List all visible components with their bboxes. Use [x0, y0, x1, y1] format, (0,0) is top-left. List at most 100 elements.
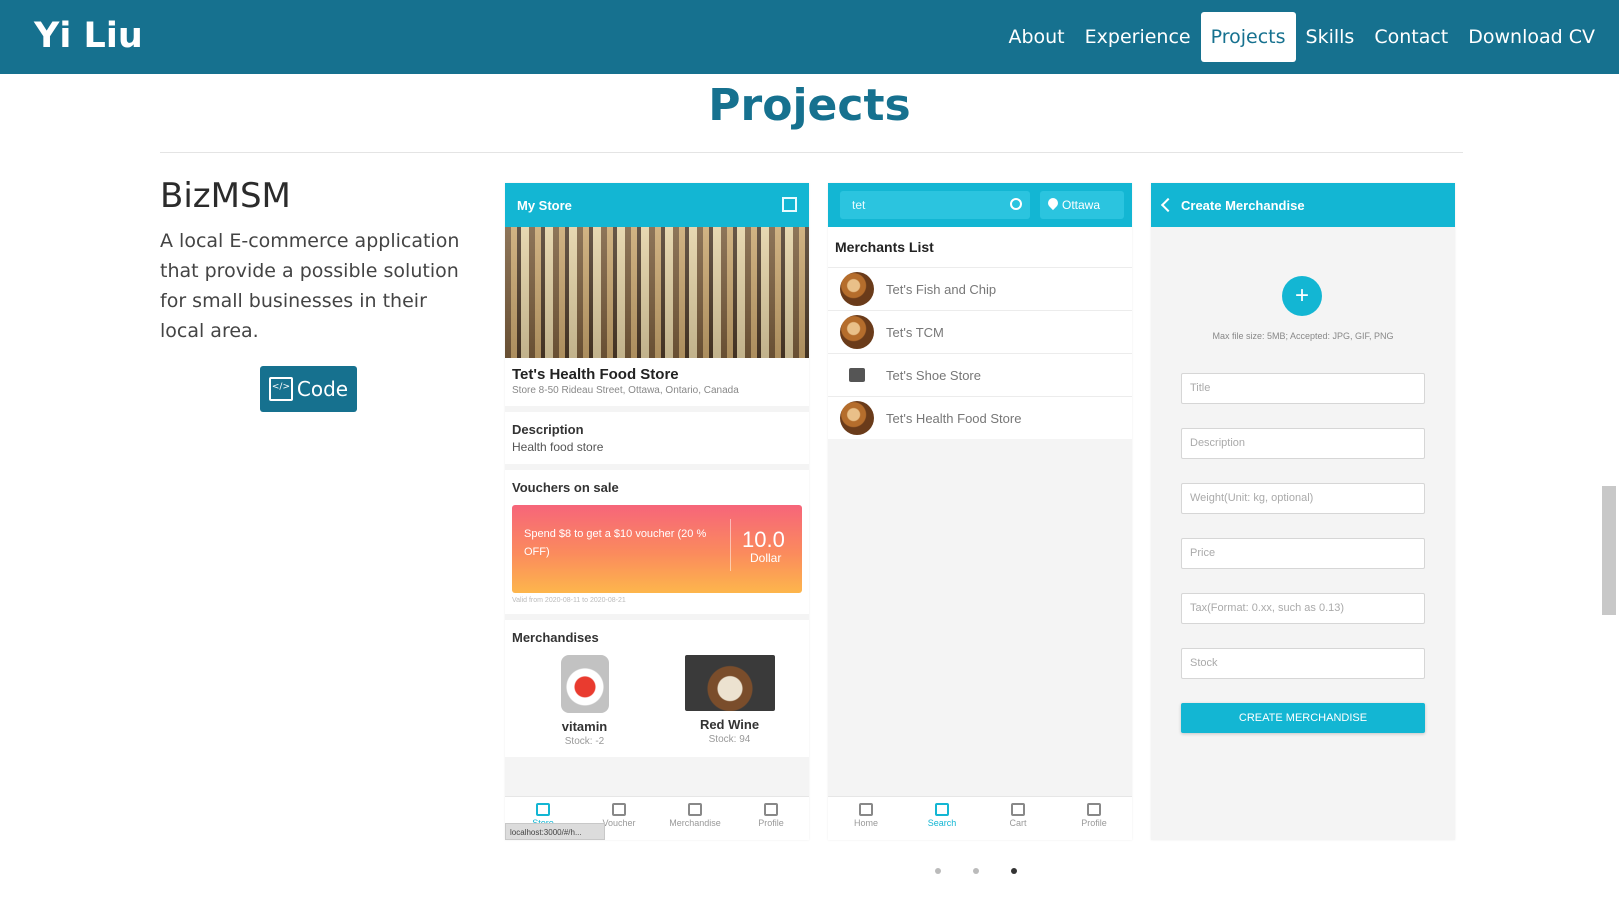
- store-appbar-title: My Store: [517, 197, 572, 213]
- carousel-dot-2[interactable]: [973, 868, 979, 874]
- project-name: BizMSM: [160, 176, 291, 216]
- store-icon: [536, 803, 550, 816]
- divider: [160, 152, 1463, 153]
- voucher-unit: Dollar: [750, 551, 782, 565]
- location-button: Ottawa: [1040, 191, 1124, 219]
- merchandises-label: Merchandises: [512, 630, 599, 645]
- project-description: A local E-commerce application that prov…: [160, 230, 460, 342]
- add-image-button: +: [1282, 276, 1322, 316]
- bag-icon: [688, 803, 702, 816]
- store-name: Tet's Health Food Store: [512, 366, 679, 383]
- bottom-nav-profile: Profile: [1056, 797, 1132, 840]
- create-appbar-title: Create Merchandise: [1181, 197, 1305, 213]
- profile-icon: [764, 803, 778, 816]
- search-icon: [935, 803, 949, 816]
- price-field: Price: [1181, 538, 1425, 569]
- back-icon: [1160, 197, 1176, 213]
- search-icon: [1010, 198, 1022, 210]
- code-button[interactable]: Code: [260, 366, 357, 412]
- bottom-nav-label: Search: [927, 818, 957, 828]
- nav-about[interactable]: About: [998, 12, 1074, 62]
- bottom-nav-profile: Profile: [733, 797, 809, 840]
- merchandise-name: vitamin: [561, 719, 608, 734]
- search-value: tet: [852, 198, 866, 212]
- description-card: Description Health food store: [505, 412, 809, 464]
- voucher-text: Spend $8 to get a $10 voucher (20 % OFF): [524, 528, 707, 558]
- merchandise-stock: Stock: -2: [564, 736, 605, 747]
- merchants-list-title: Merchants List: [828, 227, 1132, 267]
- search-input: tet: [840, 191, 1030, 219]
- merchant-name: Tet's Shoe Store: [886, 367, 981, 383]
- search-appbar: tet Ottawa: [828, 183, 1132, 227]
- avatar: [840, 315, 874, 349]
- stock-field: Stock: [1181, 648, 1425, 679]
- merchandises-card: Merchandises vitamin Stock: -2 Red Wine …: [505, 620, 809, 757]
- bottom-nav-label: Profile: [758, 818, 784, 828]
- code-button-label: Code: [296, 377, 349, 401]
- bottom-nav-home: Home: [828, 797, 904, 840]
- bottom-nav-label: Cart: [1009, 818, 1027, 828]
- merchandise-name: Red Wine: [699, 717, 760, 732]
- store-photo: [505, 227, 809, 358]
- bottom-nav-label: Merchandise: [669, 818, 721, 828]
- voucher-ticket: Spend $8 to get a $10 voucher (20 % OFF)…: [512, 505, 802, 593]
- voucher-valid: Valid from 2020-08-11 to 2020-08-21: [512, 597, 626, 604]
- list-item: Tet's Health Food Store: [828, 396, 1132, 439]
- avatar: [840, 401, 874, 435]
- description-field: Description: [1181, 428, 1425, 459]
- store-address: Store 8-50 Rideau Street, Ottawa, Ontari…: [512, 385, 739, 396]
- bottom-nav-label: Profile: [1081, 818, 1107, 828]
- description-value: Health food store: [512, 440, 604, 454]
- bottom-nav-merchandise: Merchandise: [657, 797, 733, 840]
- navbar: Yi Liu About Experience Projects Skills …: [0, 0, 1619, 74]
- nav-experience[interactable]: Experience: [1075, 12, 1201, 62]
- store-icon: [849, 368, 865, 382]
- brand-logo[interactable]: Yi Liu: [34, 16, 143, 56]
- screenshot-create-merchandise: Create Merchandise + Max file size: 5MB;…: [1151, 183, 1455, 840]
- carousel-dot-1[interactable]: [935, 868, 941, 874]
- bottom-nav-label: Voucher: [602, 818, 636, 828]
- carousel-dot-3[interactable]: [1011, 868, 1017, 874]
- merchandise-stock: Stock: 94: [708, 734, 751, 745]
- voucher-divider: [730, 519, 731, 571]
- code-icon: [268, 377, 293, 401]
- screenshot-my-store: My Store Tet's Health Food Store Store 8…: [505, 183, 809, 840]
- nav-skills[interactable]: Skills: [1296, 12, 1365, 62]
- title-field: Title: [1181, 373, 1425, 404]
- nav-download-cv[interactable]: Download CV: [1458, 12, 1605, 62]
- nav-projects[interactable]: Projects: [1200, 12, 1296, 62]
- nav-menu: About Experience Projects Skills Contact…: [998, 12, 1605, 62]
- bottom-nav-label: Home: [853, 818, 878, 828]
- merchandise-list: vitamin Stock: -2 Red Wine Stock: 94: [512, 655, 802, 747]
- nav-contact[interactable]: Contact: [1364, 12, 1458, 62]
- list-item: Tet's Fish and Chip: [828, 267, 1132, 310]
- screenshot-search: tet Ottawa Merchants List Tet's Fish and…: [828, 183, 1132, 840]
- create-appbar: Create Merchandise: [1151, 183, 1455, 227]
- voucher-icon: [612, 803, 626, 816]
- cart-icon: [1011, 803, 1025, 816]
- vitamin-image: [560, 655, 609, 713]
- file-hint: Max file size: 5MB; Accepted: JPG, GIF, …: [1212, 331, 1394, 341]
- merchandise-item: Red Wine Stock: 94: [680, 655, 780, 747]
- description-label: Description: [512, 422, 584, 437]
- section-title: Projects: [708, 80, 911, 131]
- red-wine-image: [684, 655, 775, 711]
- merchant-name: Tet's TCM: [886, 324, 944, 340]
- merchant-name: Tet's Health Food Store: [886, 410, 1022, 426]
- carousel-indicators: [935, 868, 1017, 874]
- url-tooltip: localhost:3000/#/h...: [505, 823, 605, 840]
- search-bottom-nav: Home Search Cart Profile: [828, 796, 1132, 840]
- avatar: [840, 272, 874, 306]
- merchant-name: Tet's Fish and Chip: [886, 281, 997, 297]
- page-scrollbar[interactable]: [1602, 486, 1616, 615]
- store-appbar: My Store: [505, 183, 809, 227]
- voucher-amount: 10.0: [742, 527, 785, 552]
- tax-field: Tax(Format: 0.xx, such as 0.13): [1181, 593, 1425, 624]
- list-item: Tet's Shoe Store: [828, 353, 1132, 396]
- list-item: Tet's TCM: [828, 310, 1132, 353]
- bottom-nav-cart: Cart: [980, 797, 1056, 840]
- store-info: Tet's Health Food Store Store 8-50 Ridea…: [505, 358, 809, 406]
- profile-icon: [1087, 803, 1101, 816]
- weight-field: Weight(Unit: kg, optional): [1181, 483, 1425, 514]
- qr-icon: [782, 197, 797, 212]
